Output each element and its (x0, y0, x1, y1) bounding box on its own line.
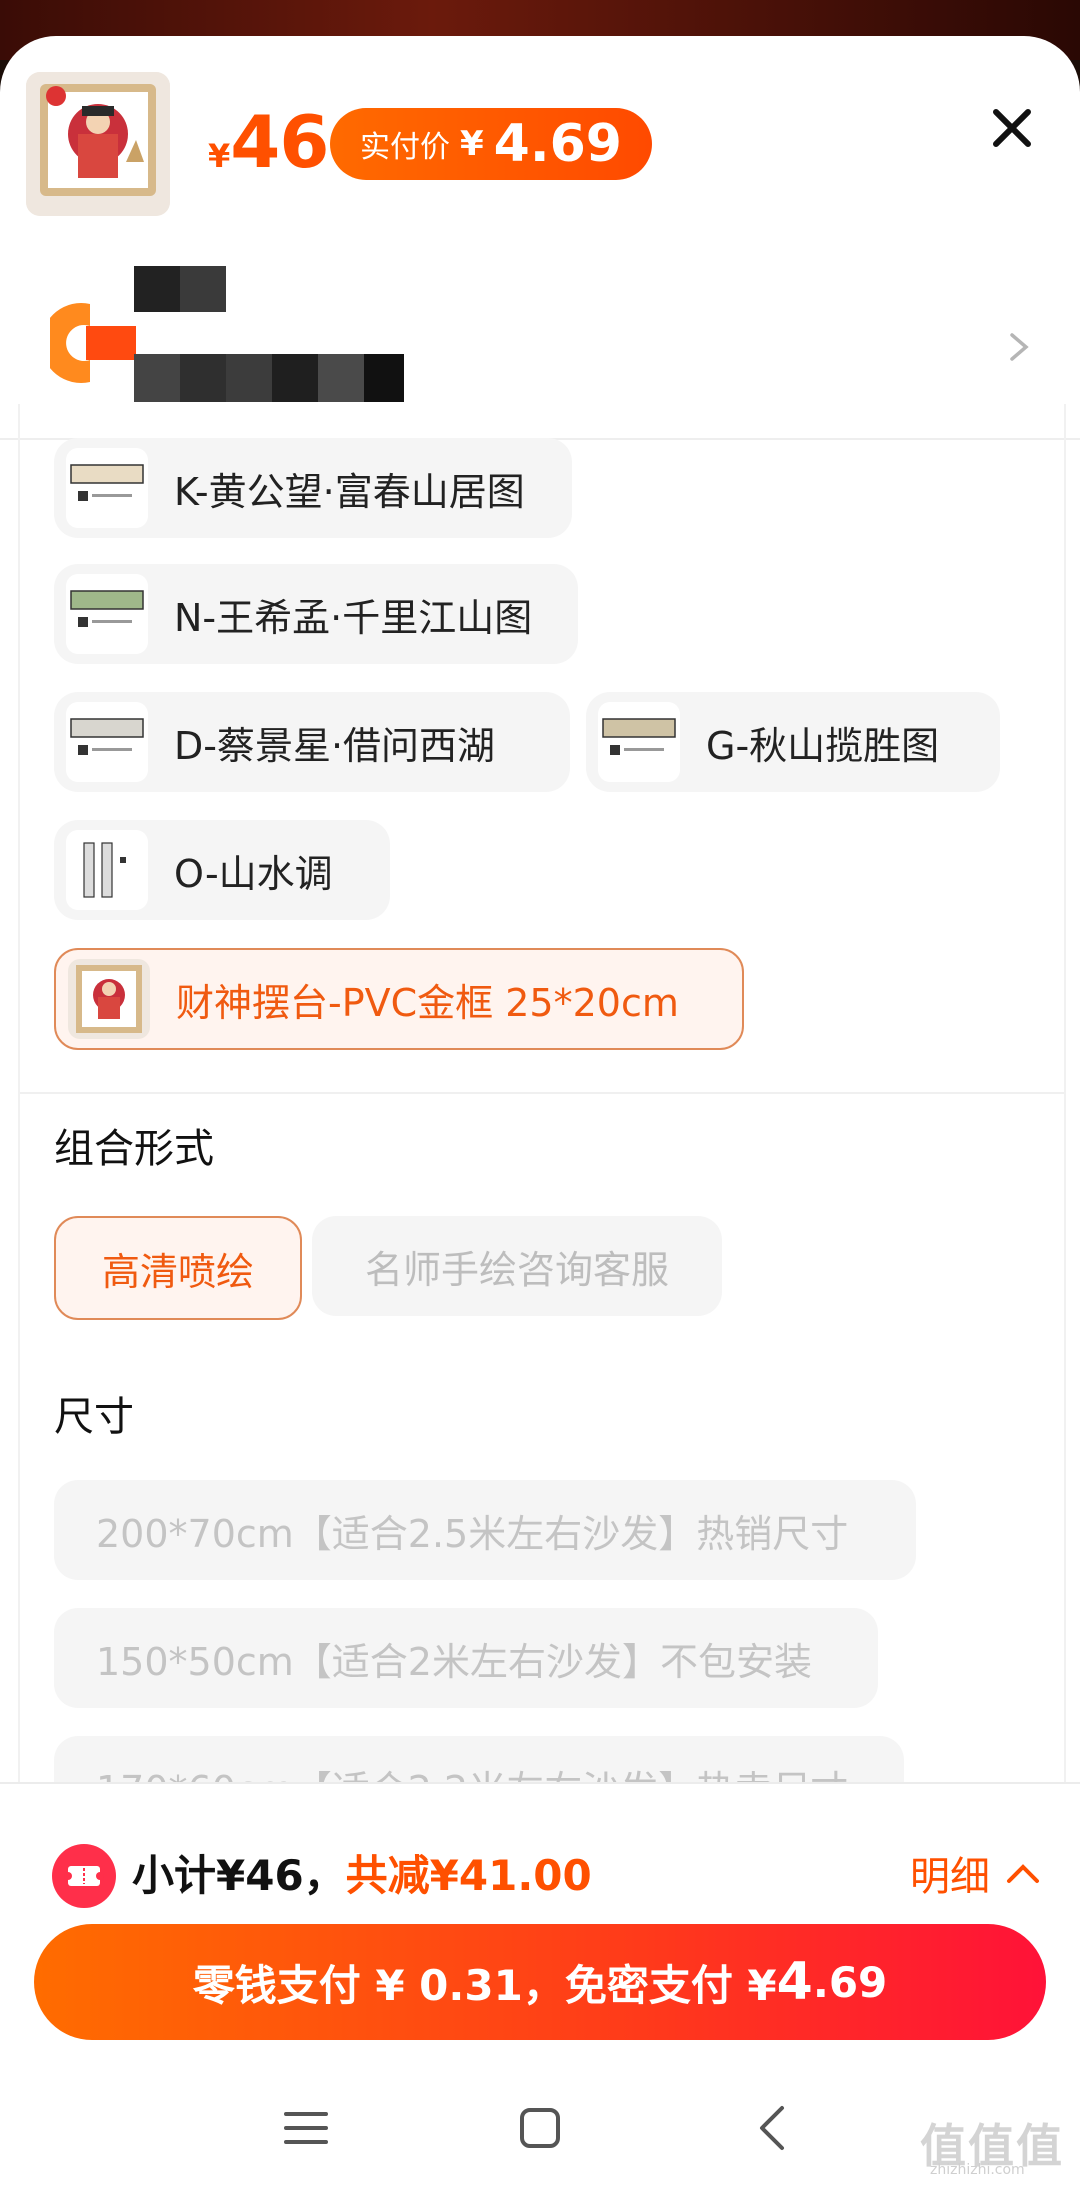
actual-pay-badge: 实付价 ¥ 4.69 (330, 108, 652, 180)
option-label: G-秋山揽胜图 (706, 723, 940, 768)
option-thumbnail (598, 702, 680, 782)
sku-scroll-area[interactable]: K-黄公望·富春山居图 N-王希孟·千里江山图 D-蔡景星·借问西湖 G-秋山揽… (18, 404, 1066, 1784)
section-divider (20, 1092, 1064, 1094)
pay-button-amount-int: 4 (776, 1952, 813, 2012)
option-thumbnail (68, 959, 150, 1039)
pay-button-prefix: 零钱支付 ¥ 0.31，免密支付 ¥ (192, 1960, 777, 2010)
close-icon (993, 109, 1031, 147)
back-nav-button[interactable] (744, 2098, 804, 2158)
size-option-200x70[interactable]: 200*70cm【适合2.5米左右沙发】热销尺寸 (54, 1480, 916, 1580)
chevron-right-icon (1006, 332, 1032, 362)
size-option-170x60[interactable]: 170*60cm【适合2.2米左右沙发】热卖尺寸 (54, 1736, 904, 1784)
shop-row[interactable] (0, 246, 1080, 426)
size-option-150x50[interactable]: 150*50cm【适合2米左右沙发】不包安装 (54, 1608, 878, 1708)
option-label: D-蔡景星·借问西湖 (174, 723, 496, 768)
system-nav-bar (0, 2080, 1080, 2170)
menu-icon (284, 2112, 328, 2144)
option-label: K-黄公望·富春山居图 (174, 469, 525, 514)
checkout-bar: 小计¥46，共减¥41.00 明细 零钱支付 ¥ 0.31，免密支付 ¥4.69… (0, 1782, 1080, 2178)
combo-chip-hand-painted[interactable]: 名师手绘咨询客服 (312, 1216, 722, 1316)
subtotal-label: 小计¥46， (132, 1851, 346, 1900)
detail-label: 明细 (910, 1854, 990, 1900)
discount-label: 共减¥41.00 (345, 1851, 592, 1900)
option-thumbnail (66, 448, 148, 528)
chevron-up-icon (1007, 1864, 1039, 1883)
style-option-g[interactable]: G-秋山揽胜图 (586, 692, 1000, 792)
option-thumbnail (66, 574, 148, 654)
menu-nav-button[interactable] (276, 2098, 336, 2158)
home-nav-button[interactable] (510, 2098, 570, 2158)
product-price: ¥46 (208, 100, 329, 184)
actual-pay-amount: 4.69 (493, 114, 622, 174)
option-label: N-王希孟·千里江山图 (174, 595, 533, 640)
style-option-d[interactable]: D-蔡景星·借问西湖 (54, 692, 570, 792)
combo-section-title: 组合形式 (54, 1126, 214, 1172)
detail-toggle[interactable]: 明细 (910, 1844, 1040, 1902)
pay-button[interactable]: 零钱支付 ¥ 0.31，免密支付 ¥4.69 (34, 1924, 1046, 2040)
coupon-icon (52, 1844, 116, 1908)
price-currency: ¥ (208, 137, 231, 175)
style-option-o[interactable]: O-山水调 (54, 820, 390, 920)
size-section-title: 尺寸 (54, 1394, 134, 1440)
style-option-caishen-selected[interactable]: 财神摆台-PVC金框 25*20cm (54, 948, 744, 1050)
home-square-icon (520, 2108, 560, 2148)
subtotal-text: 小计¥46，共减¥41.00 (132, 1842, 592, 1903)
pay-button-amount-dec: .69 (812, 1957, 888, 2007)
option-label: 财神摆台-PVC金框 25*20cm (176, 980, 679, 1025)
price-value: 46 (230, 100, 329, 184)
back-icon (760, 2106, 784, 2150)
option-label: O-山水调 (174, 851, 333, 896)
product-thumbnail[interactable] (26, 72, 170, 216)
style-option-n[interactable]: N-王希孟·千里江山图 (54, 564, 578, 664)
style-option-k[interactable]: K-黄公望·富春山居图 (54, 438, 572, 538)
combo-chip-hd-print[interactable]: 高清喷绘 (54, 1216, 302, 1320)
actual-pay-label: 实付价 (360, 130, 450, 165)
shop-logo (41, 300, 136, 386)
close-button[interactable] (980, 96, 1044, 160)
option-thumbnail (66, 830, 148, 910)
shop-name-redacted (134, 266, 404, 402)
actual-pay-currency: ¥ (460, 124, 484, 164)
option-thumbnail (66, 702, 148, 782)
watermark-url: zhizhizhi.com (930, 2162, 1025, 2178)
